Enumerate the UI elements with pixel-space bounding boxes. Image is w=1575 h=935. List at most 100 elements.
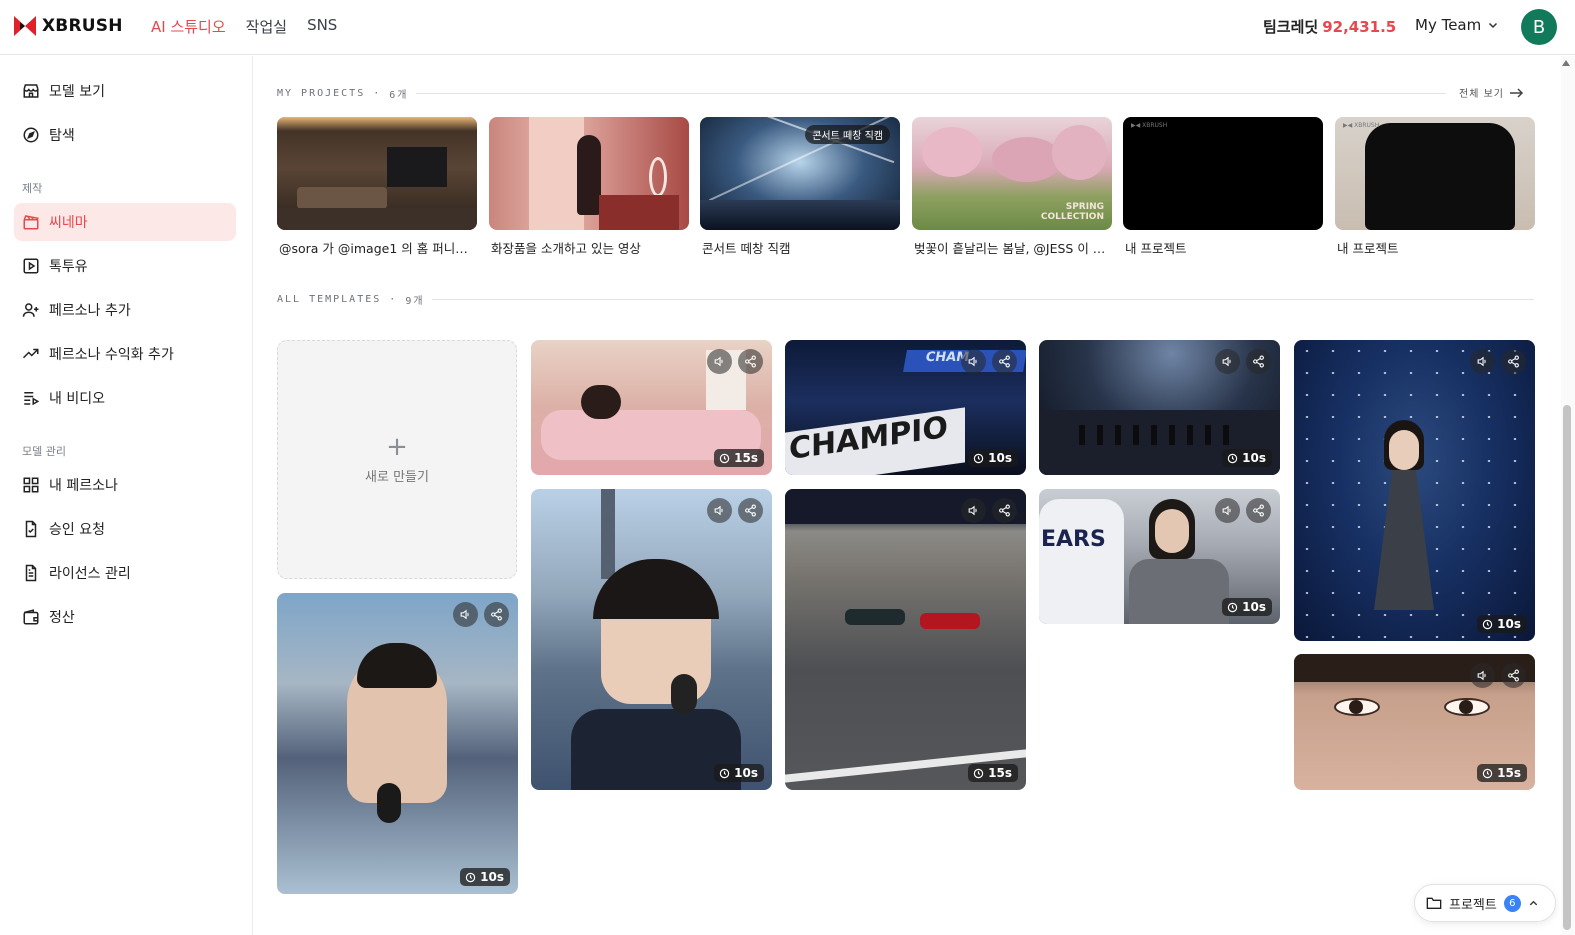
sound-button[interactable] <box>961 349 986 374</box>
spring-collection-wordmark: SPRING COLLECTION <box>1040 202 1104 222</box>
nav-sns[interactable]: SNS <box>307 16 337 37</box>
share-button[interactable] <box>738 349 763 374</box>
share-button[interactable] <box>1501 349 1526 374</box>
logo[interactable]: XBRUSH <box>14 16 123 36</box>
nav-workroom[interactable]: 작업실 <box>246 16 287 37</box>
project-card[interactable]: SPRING COLLECTION 벚꽃이 흩날리는 봄날, @JESS 이 한.… <box>912 117 1112 257</box>
nav-ai-studio[interactable]: AI 스튜디오 <box>151 16 226 37</box>
sidebar-item-models[interactable]: 모델 보기 <box>14 72 236 110</box>
clapperboard-icon <box>23 215 39 230</box>
project-panel-label: 프로젝트 <box>1449 897 1497 913</box>
section-title: ALL TEMPLATES <box>277 294 382 305</box>
share-icon <box>491 608 502 621</box>
template-card[interactable]: CHAM CHAMPIO 10s <box>785 340 1026 475</box>
view-all-link[interactable]: 전체 보기 <box>1459 85 1524 100</box>
sidebar-item-my-persona[interactable]: 내 페르소나 <box>14 466 236 504</box>
sidebar-item-talktoyou[interactable]: 톡투유 <box>14 247 236 285</box>
share-button[interactable] <box>484 602 509 627</box>
share-button[interactable] <box>992 498 1017 523</box>
section-count: 9개 <box>405 296 425 307</box>
sound-button[interactable] <box>707 498 732 523</box>
team-selector[interactable]: My Team <box>1415 16 1499 34</box>
sidebar-item-approval[interactable]: 승인 요청 <box>14 510 236 548</box>
project-card[interactable]: @sora 가 @image1 의 홈 퍼니처... <box>277 117 477 257</box>
share-icon <box>1508 355 1519 368</box>
template-card[interactable]: 15s <box>1294 654 1535 790</box>
duration-badge: 10s <box>968 449 1018 467</box>
project-card[interactable]: 콘서트 떼창 직캠 콘서트 떼창 직캠 <box>700 117 900 257</box>
project-card[interactable]: 화장품을 소개하고 있는 영상 <box>489 117 689 257</box>
template-card[interactable]: 10s <box>1039 340 1280 475</box>
share-button[interactable] <box>1246 498 1271 523</box>
share-icon <box>745 355 756 368</box>
project-card[interactable]: ▶◀ XBRUSH 내 프로젝트 <box>1123 117 1323 257</box>
main-nav: AI 스튜디오 작업실 SNS <box>151 16 337 37</box>
sidebar-item-settlement[interactable]: 정산 <box>14 598 236 636</box>
template-card[interactable]: 10s <box>1294 340 1535 641</box>
duration-badge: 10s <box>1222 598 1272 616</box>
sound-button[interactable] <box>1215 498 1240 523</box>
share-button[interactable] <box>738 498 763 523</box>
sound-button[interactable] <box>707 349 732 374</box>
speaker-icon <box>968 505 977 516</box>
sidebar: 모델 보기 탐색 제작 씨네마 톡투유 페르소나 추가 페르소나 수익화 추가 … <box>0 56 253 935</box>
project-panel-toggle[interactable]: 프로젝트 6 <box>1414 884 1556 922</box>
sidebar-item-my-video[interactable]: 내 비디오 <box>14 379 236 417</box>
duration-badge: 15s <box>1477 764 1527 782</box>
template-card[interactable]: EARS 10s <box>1039 489 1280 624</box>
view-all-label: 전체 보기 <box>1459 89 1504 100</box>
clock-icon <box>973 768 984 778</box>
sound-button[interactable] <box>1470 663 1495 688</box>
speaker-icon <box>1222 505 1231 516</box>
project-title: 벚꽃이 흩날리는 봄날, @JESS 이 한... <box>914 241 1112 256</box>
sidebar-section-create: 제작 <box>22 182 43 195</box>
sound-button[interactable] <box>1470 349 1495 374</box>
create-new-button[interactable]: + 새로 만들기 <box>277 340 517 579</box>
team-label: My Team <box>1415 16 1482 34</box>
bears-jersey-text: EARS <box>1039 499 1124 624</box>
template-card[interactable]: 10s <box>277 593 518 894</box>
share-button[interactable] <box>1501 663 1526 688</box>
project-card[interactable]: ▶◀ XBRUSH 내 프로젝트 <box>1335 117 1535 257</box>
template-card[interactable]: 15s <box>531 340 772 475</box>
template-card[interactable]: 10s <box>531 489 772 790</box>
avatar[interactable]: B <box>1521 9 1557 45</box>
duration-badge: 10s <box>1477 615 1527 633</box>
list-video-icon <box>24 392 40 406</box>
duration-label: 15s <box>734 451 758 465</box>
duration-badge: 10s <box>1222 449 1272 467</box>
sidebar-item-persona-monetize[interactable]: 페르소나 수익화 추가 <box>14 335 236 373</box>
top-header: XBRUSH AI 스튜디오 작업실 SNS 팀크레딧 92,431.5 My T… <box>0 0 1575 55</box>
logo-mark-icon <box>14 16 36 36</box>
project-count-badge: 6 <box>1503 894 1521 912</box>
sidebar-item-license[interactable]: 라이선스 관리 <box>14 554 236 592</box>
watermark: ▶◀ XBRUSH <box>1131 122 1168 129</box>
project-thumbnail <box>277 117 477 230</box>
share-button[interactable] <box>1246 349 1271 374</box>
user-plus-icon <box>22 303 39 317</box>
main-content: MY PROJECTS · 6개 전체 보기 @sora 가 @image1 의… <box>253 56 1561 935</box>
speaker-icon <box>714 356 723 367</box>
share-button[interactable] <box>992 349 1017 374</box>
sound-button[interactable] <box>1215 349 1240 374</box>
create-new-label: 새로 만들기 <box>365 470 429 485</box>
sidebar-item-label: 내 페르소나 <box>49 478 118 494</box>
credit-label: 팀크레딧 <box>1263 18 1319 36</box>
project-title: @sora 가 @image1 의 홈 퍼니처... <box>279 241 477 256</box>
share-icon <box>745 504 756 517</box>
duration-badge: 10s <box>460 868 510 886</box>
template-card[interactable]: 15s <box>785 489 1026 790</box>
scrollbar-thumb[interactable] <box>1563 405 1571 930</box>
scroll-up-arrow-icon[interactable] <box>1562 60 1570 66</box>
sidebar-item-explore[interactable]: 탐색 <box>14 116 236 154</box>
my-projects-heading: MY PROJECTS · 6개 <box>277 86 409 101</box>
all-templates-heading: ALL TEMPLATES · 9개 <box>277 292 425 307</box>
sound-button[interactable] <box>453 602 478 627</box>
duration-label: 10s <box>480 870 504 884</box>
project-tag: 콘서트 떼창 직캠 <box>805 125 890 144</box>
divider <box>432 299 1534 300</box>
sidebar-item-cinema[interactable]: 씨네마 <box>14 203 236 241</box>
duration-label: 10s <box>1242 451 1266 465</box>
sound-button[interactable] <box>961 498 986 523</box>
sidebar-item-add-persona[interactable]: 페르소나 추가 <box>14 291 236 329</box>
